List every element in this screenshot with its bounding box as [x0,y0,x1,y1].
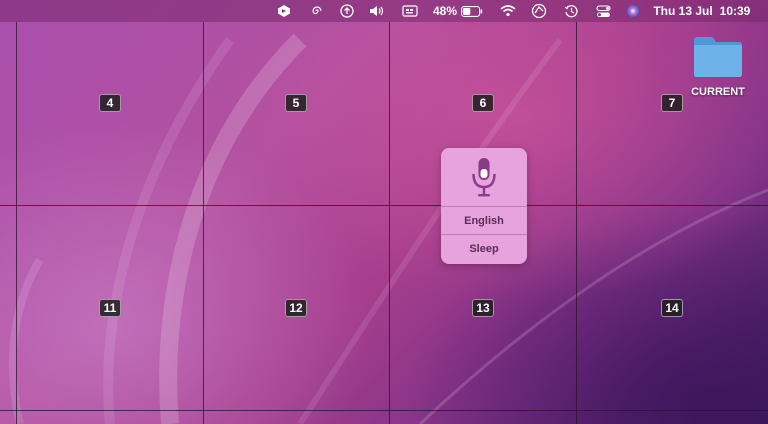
menu-bar: 48% Thu 13 Jul 10:39 [0,0,768,22]
grid-line [203,22,204,424]
spiral-icon[interactable] [309,0,325,22]
date-text: Thu 13 Jul [653,4,713,18]
battery-percent: 48% [432,0,458,22]
input-source-icon[interactable] [401,0,419,22]
sleep-option[interactable]: Sleep [441,235,527,263]
grid-cell-label[interactable]: 11 [99,299,121,317]
control-center-icon[interactable] [594,0,612,22]
grid-line [0,205,768,206]
grid-cell-label[interactable]: 5 [285,94,307,112]
dictation-mic[interactable] [441,152,527,204]
siri-icon[interactable] [624,0,642,22]
language-option[interactable]: English [441,207,527,235]
volume-icon[interactable] [368,0,386,22]
wallpaper-streaks [9,33,768,424]
wifi-icon[interactable] [499,0,517,22]
folder-icon [694,37,742,77]
time-text: 10:39 [719,4,751,18]
grid-line [16,22,17,424]
grid-cell-label[interactable]: 13 [472,299,494,317]
upload-icon[interactable] [339,0,355,22]
grid-cell-label[interactable]: 4 [99,94,121,112]
app-icon[interactable] [276,0,292,22]
folder-label[interactable]: CURRENT [680,86,756,98]
grid-cell-label[interactable]: 12 [285,299,307,317]
location-icon[interactable] [530,0,548,22]
dictation-popup: English Sleep [441,148,527,264]
menubar-date[interactable]: Thu 13 Jul [652,0,714,22]
grid-cell-label[interactable]: 14 [661,299,683,317]
time-machine-icon[interactable] [562,0,580,22]
grid-cell-label[interactable]: 6 [472,94,494,112]
grid-line [389,22,390,424]
grid-line [576,22,577,424]
battery-percent-text: 48% [432,4,458,18]
grid-line [0,410,768,411]
microphone-icon [472,158,496,197]
menubar-time[interactable]: 10:39 [716,0,754,22]
battery-icon[interactable] [460,0,484,22]
